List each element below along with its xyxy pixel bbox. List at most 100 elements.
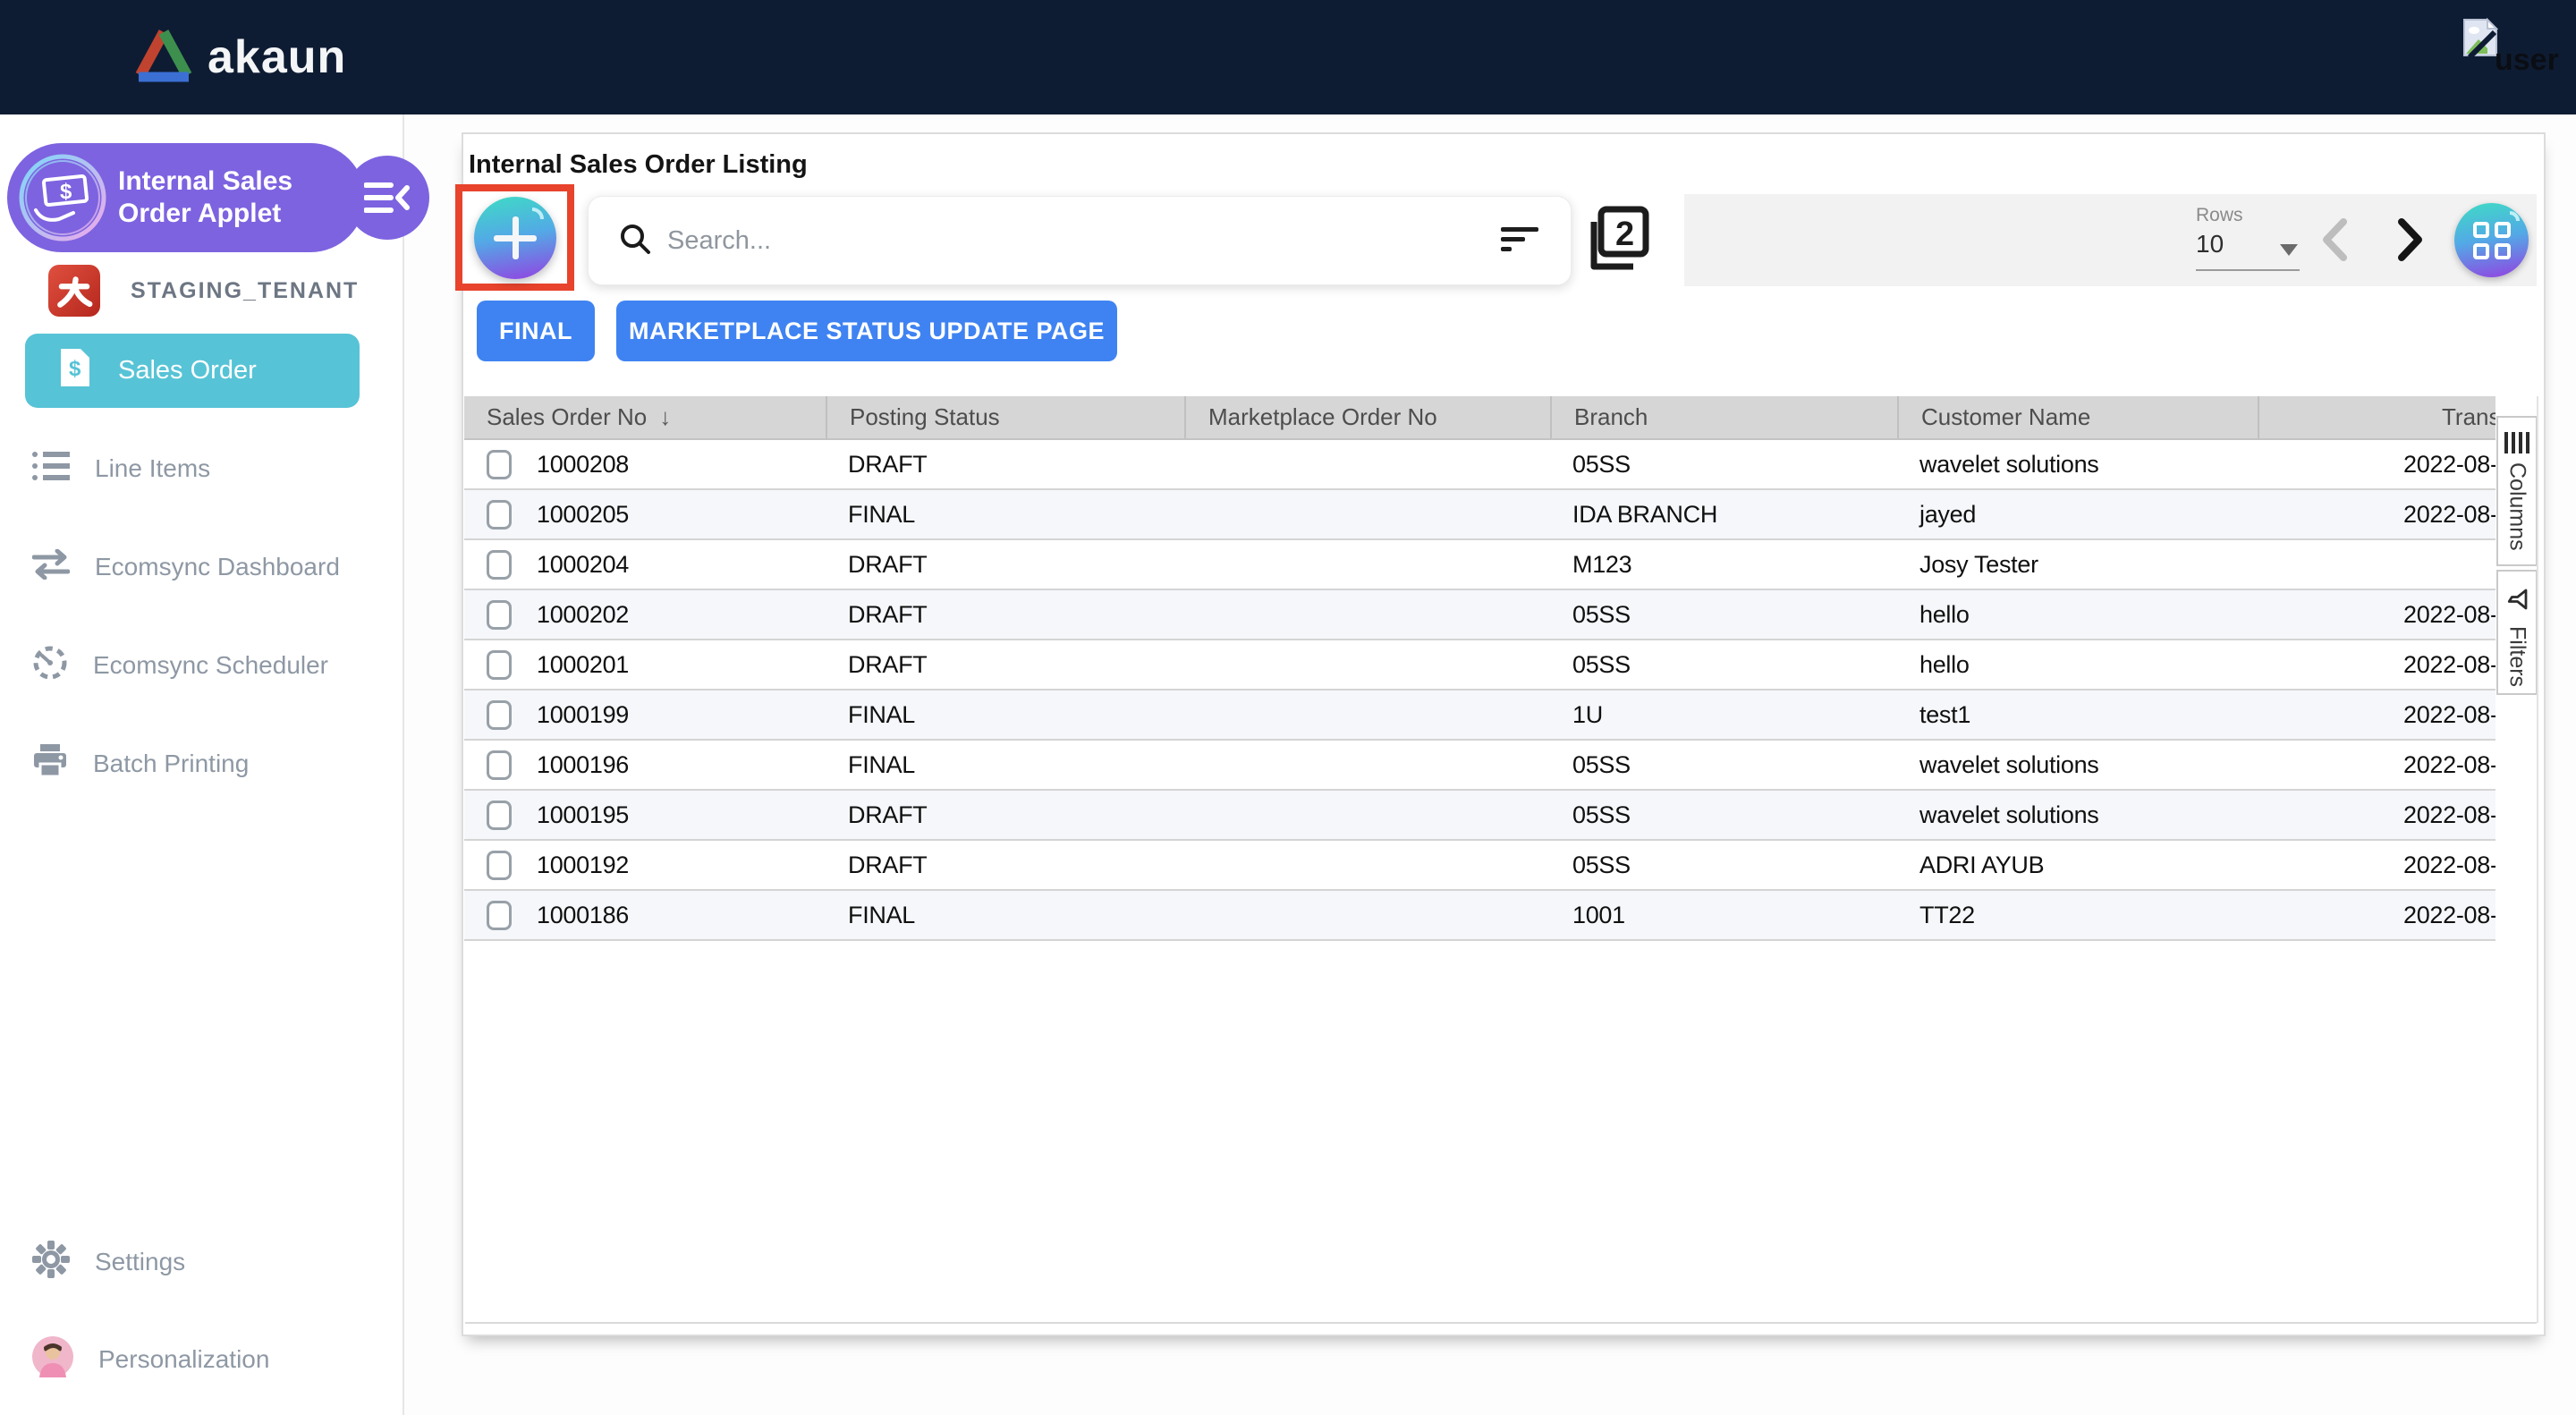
sidebar-item-tenant[interactable]: STAGING_TENANT <box>48 265 359 317</box>
cell-sales-order-no: 1000199 <box>537 701 629 729</box>
cell-transaction-date: 2022-08-03 <box>2403 751 2496 779</box>
search-bar <box>588 196 1572 285</box>
sidebar-item-label: Sales Order <box>118 356 257 386</box>
duplicate-pages-icon[interactable]: 2 <box>1587 206 1649 278</box>
sidebar: $ Internal Sales Order Applet <box>0 114 404 1415</box>
column-header-customer-name[interactable]: Customer Name <box>1897 396 2258 438</box>
row-checkbox[interactable] <box>487 550 512 580</box>
table-row[interactable]: 1000192 DRAFT 05SS ADRI AYUB 2022-08-02 <box>464 841 2496 891</box>
cell-sales-order-no: 1000202 <box>537 601 629 629</box>
sidebar-item-batch-printing[interactable]: Batch Printing <box>32 735 372 792</box>
table-row[interactable]: 1000202 DRAFT 05SS hello 2022-08-12 <box>464 590 2496 640</box>
row-checkbox[interactable] <box>487 750 512 780</box>
cell-customer-name: hello <box>1919 651 1970 679</box>
table-body: 1000208 DRAFT 05SS wavelet solutions 202… <box>464 440 2496 941</box>
search-input[interactable] <box>667 226 1501 256</box>
hand-money-icon: $ <box>16 151 109 244</box>
table-row[interactable]: 1000195 DRAFT 05SS wavelet solutions 202… <box>464 791 2496 841</box>
sync-arrows-icon <box>32 549 70 586</box>
horizontal-scrollbar[interactable] <box>465 1322 2537 1324</box>
cell-branch: M123 <box>1572 551 1631 579</box>
sidebar-item-ecomsync-dashboard[interactable]: Ecomsync Dashboard <box>32 538 372 596</box>
cell-customer-name: test1 <box>1919 701 1970 729</box>
cell-branch: IDA BRANCH <box>1572 501 1717 529</box>
top-navbar: akaun user <box>0 0 2576 114</box>
cell-customer-name: Josy Tester <box>1919 551 2038 579</box>
sidebar-item-label: Batch Printing <box>93 750 249 778</box>
sidebar-item-ecomsync-scheduler[interactable]: Ecomsync Scheduler <box>32 637 372 694</box>
cell-sales-order-no: 1000186 <box>537 902 629 929</box>
cell-posting-status: DRAFT <box>848 801 928 829</box>
sort-descending-arrow-icon: ↓ <box>659 403 671 431</box>
cell-posting-status: FINAL <box>848 701 915 729</box>
rows-per-page-select[interactable]: 10 <box>2196 230 2300 271</box>
cell-branch: 05SS <box>1572 801 1631 829</box>
cell-customer-name: jayed <box>1919 501 1976 529</box>
previous-page-button[interactable] <box>2319 217 2350 267</box>
tenant-label: STAGING_TENANT <box>131 278 359 304</box>
svg-text:2: 2 <box>1615 216 1634 253</box>
column-header-branch[interactable]: Branch <box>1550 396 1897 438</box>
table-row[interactable]: 1000196 FINAL 05SS wavelet solutions 202… <box>464 741 2496 791</box>
cell-posting-status: FINAL <box>848 751 915 779</box>
pagination-toolbar: Rows 10 <box>1684 194 2537 286</box>
add-sales-order-button[interactable] <box>474 197 556 279</box>
table-row[interactable]: 1000205 FINAL IDA BRANCH jayed 2022-08-1… <box>464 490 2496 540</box>
marketplace-status-update-button[interactable]: MARKETPLACE STATUS UPDATE PAGE <box>616 301 1117 361</box>
column-header-marketplace-order-no[interactable]: Marketplace Order No <box>1184 396 1550 438</box>
cell-transaction-date: 2022-08-17 <box>2403 501 2496 529</box>
row-checkbox[interactable] <box>487 600 512 630</box>
rows-per-page-value: 10 <box>2196 230 2224 258</box>
columns-bars-icon <box>2504 432 2529 453</box>
search-icon <box>619 223 651 259</box>
column-header-posting-status[interactable]: Posting Status <box>826 396 1184 438</box>
sidebar-item-label: Line Items <box>95 454 210 483</box>
sidebar-item-personalization[interactable]: Personalization <box>32 1331 372 1388</box>
table-row[interactable]: 1000201 DRAFT 05SS hello 2022-08-12 <box>464 640 2496 691</box>
cell-posting-status: FINAL <box>848 501 915 529</box>
row-checkbox[interactable] <box>487 801 512 830</box>
next-page-button[interactable] <box>2395 217 2426 267</box>
document-dollar-icon: $ <box>57 347 93 395</box>
gear-icon <box>32 1241 70 1284</box>
table-row[interactable]: 1000186 FINAL 1001 TT22 2022-08-01 <box>464 891 2496 941</box>
columns-side-tab[interactable]: Columns <box>2496 416 2538 566</box>
row-checkbox[interactable] <box>487 901 512 930</box>
cell-branch: 05SS <box>1572 651 1631 679</box>
user-alt-text: user <box>2495 43 2559 78</box>
timer-icon <box>32 645 68 687</box>
cell-customer-name: hello <box>1919 601 1970 629</box>
sales-order-table: Sales Order No ↓ Posting Status Marketpl… <box>464 396 2496 945</box>
grid-view-button[interactable] <box>2454 203 2529 277</box>
column-header-sales-order-no[interactable]: Sales Order No ↓ <box>464 396 826 438</box>
final-button[interactable]: FINAL <box>477 301 595 361</box>
list-icon <box>32 451 70 487</box>
row-checkbox[interactable] <box>487 500 512 530</box>
collapse-sidebar-button[interactable] <box>345 156 429 240</box>
row-checkbox[interactable] <box>487 851 512 880</box>
sidebar-item-label: Personalization <box>98 1345 269 1374</box>
row-checkbox[interactable] <box>487 650 512 680</box>
row-checkbox[interactable] <box>487 450 512 479</box>
row-checkbox[interactable] <box>487 700 512 730</box>
table-row[interactable]: 1000208 DRAFT 05SS wavelet solutions 202… <box>464 440 2496 490</box>
vertical-scrollbar[interactable] <box>2537 396 2538 1323</box>
akaun-triangle-logo-icon <box>134 27 193 87</box>
sort-filter-lines-icon[interactable] <box>1501 227 1538 254</box>
sidebar-item-sales-order[interactable]: $ Sales Order <box>25 334 360 408</box>
cell-posting-status: DRAFT <box>848 852 928 879</box>
sidebar-item-settings[interactable]: Settings <box>32 1233 372 1291</box>
filters-side-tab[interactable]: Filters <box>2496 570 2538 695</box>
sidebar-item-line-items[interactable]: Line Items <box>32 440 372 497</box>
applet-title: Internal Sales Order Applet <box>118 143 342 252</box>
table-row[interactable]: 1000199 FINAL 1U test1 2022-08-04 <box>464 691 2496 741</box>
column-header-transaction-date[interactable]: Transaction Date <box>2258 396 2496 438</box>
svg-text:$: $ <box>60 180 72 204</box>
table-row[interactable]: 1000204 DRAFT M123 Josy Tester <box>464 540 2496 590</box>
user-avatar[interactable]: user <box>2462 18 2570 98</box>
applet-header[interactable]: $ Internal Sales Order Applet <box>7 143 365 252</box>
main-panel: Internal Sales Order Listing 2 <box>462 132 2546 1336</box>
brand-logo[interactable]: akaun <box>134 27 346 87</box>
cell-branch: 05SS <box>1572 852 1631 879</box>
svg-text:$: $ <box>69 357 81 381</box>
